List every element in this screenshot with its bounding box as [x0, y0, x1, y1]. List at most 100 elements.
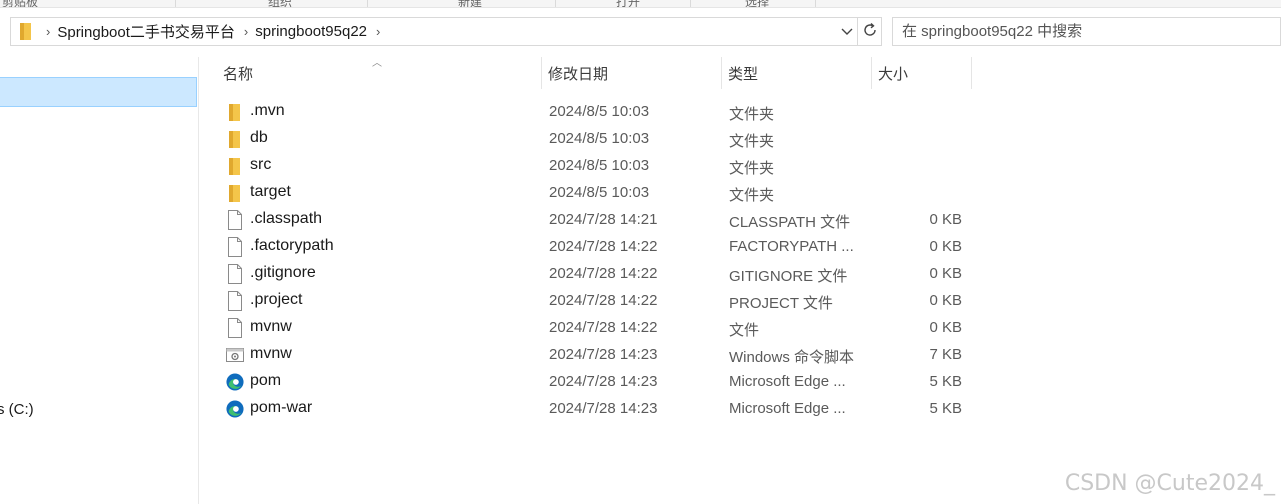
ribbon-divider: [175, 0, 176, 7]
nav-item-selected[interactable]: [0, 77, 197, 107]
column-header-type[interactable]: 类型: [722, 57, 872, 89]
file-date: 2024/8/5 10:03: [549, 184, 650, 201]
edge-icon: [226, 372, 244, 392]
refresh-button[interactable]: [858, 17, 882, 46]
file-row[interactable]: pom-war 2024/7/28 14:23 Microsoft Edge ...…: [218, 395, 973, 422]
search-input[interactable]: [902, 23, 1280, 40]
file-name[interactable]: mvnw: [250, 318, 292, 336]
file-size: 5 KB: [929, 400, 962, 417]
file-date: 2024/7/28 14:22: [549, 319, 658, 336]
watermark: CSDN @Cute2024_: [1064, 471, 1275, 496]
file-row[interactable]: .factorypath 2024/7/28 14:22 FACTORYPATH .…: [218, 233, 973, 260]
chevron-down-icon[interactable]: [839, 23, 855, 41]
file-date: 2024/7/28 14:23: [549, 400, 658, 417]
file-type: Microsoft Edge ...: [729, 400, 846, 417]
ribbon-group-open[interactable]: 打开: [616, 0, 640, 7]
file-type: 文件夹: [729, 133, 775, 150]
refresh-icon: [862, 22, 878, 42]
breadcrumb-parent[interactable]: Springboot二手书交易平台: [57, 21, 235, 42]
file-type: PROJECT 文件: [729, 295, 833, 312]
file-name[interactable]: db: [250, 129, 268, 147]
file-date: 2024/7/28 14:23: [549, 346, 658, 363]
breadcrumb-current[interactable]: springboot95q22: [255, 23, 367, 40]
file-type: Windows 命令脚本: [729, 349, 855, 366]
file-icon: [226, 237, 244, 257]
file-row[interactable]: target 2024/8/5 10:03 文件夹: [218, 179, 973, 206]
file-row[interactable]: db 2024/8/5 10:03 文件夹: [218, 125, 973, 152]
file-icon: [226, 264, 244, 284]
breadcrumb-separator[interactable]: ›: [376, 24, 380, 39]
folder-icon: [226, 129, 244, 149]
file-row[interactable]: .gitignore 2024/7/28 14:22 GITIGNORE 文件 0 K…: [218, 260, 973, 287]
file-row[interactable]: mvnw 2024/7/28 14:22 文件 0 KB: [218, 314, 973, 341]
file-icon: [226, 318, 244, 338]
ribbon-divider: [815, 0, 816, 7]
file-size: 0 KB: [929, 211, 962, 228]
column-header-label: 大小: [878, 65, 909, 83]
navigation-pane[interactable]: s (C:): [0, 57, 199, 504]
file-size: 5 KB: [929, 373, 962, 390]
column-header-size[interactable]: 大小: [872, 57, 972, 89]
file-name[interactable]: .classpath: [250, 210, 322, 228]
column-header-label: 名称: [223, 65, 254, 83]
file-name[interactable]: pom-war: [250, 399, 312, 417]
edge-icon: [226, 399, 244, 419]
file-type: CLASSPATH 文件: [729, 214, 851, 231]
file-icon: [226, 291, 244, 311]
file-row[interactable]: src 2024/8/5 10:03 文件夹: [218, 152, 973, 179]
file-date: 2024/8/5 10:03: [549, 103, 650, 120]
file-row[interactable]: .mvn 2024/8/5 10:03 文件夹: [218, 98, 973, 125]
breadcrumb-separator[interactable]: ›: [244, 24, 248, 39]
file-type: 文件夹: [729, 106, 775, 123]
file-icon: [226, 210, 244, 230]
file-type: GITIGNORE 文件: [729, 268, 848, 285]
ribbon-divider: [690, 0, 691, 7]
ribbon: 剪贴板 组织 新建 打开 选择: [0, 0, 1281, 8]
column-header-name[interactable]: 名称: [217, 57, 542, 89]
file-type: FACTORYPATH ...: [729, 238, 854, 255]
ribbon-group-clipboard[interactable]: 剪贴板: [2, 0, 38, 7]
file-name[interactable]: .factorypath: [250, 237, 334, 255]
ribbon-divider: [367, 0, 368, 7]
file-date: 2024/7/28 14:23: [549, 373, 658, 390]
file-name[interactable]: mvnw: [250, 345, 292, 363]
file-type: Microsoft Edge ...: [729, 373, 846, 390]
file-name[interactable]: target: [250, 183, 291, 201]
file-date: 2024/7/28 14:21: [549, 211, 658, 228]
folder-icon: [226, 156, 244, 176]
column-header-label: 类型: [728, 65, 759, 83]
address-bar[interactable]: › Springboot二手书交易平台 › springboot95q22 ›: [10, 17, 858, 46]
file-size: 0 KB: [929, 265, 962, 282]
file-size: 0 KB: [929, 292, 962, 309]
file-name[interactable]: pom: [250, 372, 281, 390]
file-type: 文件: [729, 322, 760, 339]
file-size: 0 KB: [929, 238, 962, 255]
folder-icon: [226, 183, 244, 203]
ribbon-group-select[interactable]: 选择: [745, 0, 769, 7]
file-date: 2024/8/5 10:03: [549, 130, 650, 147]
nav-item-drive-c[interactable]: s (C:): [0, 401, 34, 418]
column-header-label: 修改日期: [548, 65, 609, 83]
ribbon-group-organize[interactable]: 组织: [268, 0, 292, 7]
file-name[interactable]: .gitignore: [250, 264, 316, 282]
file-row[interactable]: .classpath 2024/7/28 14:21 CLASSPATH 文件 0 K…: [218, 206, 973, 233]
breadcrumb-separator[interactable]: ›: [46, 24, 50, 39]
ribbon-divider: [555, 0, 556, 7]
folder-icon: [15, 21, 37, 43]
file-date: 2024/7/28 14:22: [549, 265, 658, 282]
file-row[interactable]: mvnw 2024/7/28 14:23 Windows 命令脚本 7 KB: [218, 341, 973, 368]
file-type: 文件夹: [729, 187, 775, 204]
file-date: 2024/7/28 14:22: [549, 292, 658, 309]
file-name[interactable]: .project: [250, 291, 302, 309]
ribbon-group-new[interactable]: 新建: [458, 0, 482, 7]
column-header-date[interactable]: 修改日期: [542, 57, 722, 89]
file-size: 7 KB: [929, 346, 962, 363]
file-row[interactable]: .project 2024/7/28 14:22 PROJECT 文件 0 KB: [218, 287, 973, 314]
search-box[interactable]: [892, 17, 1281, 46]
script-icon: [226, 345, 244, 365]
file-date: 2024/8/5 10:03: [549, 157, 650, 174]
file-row[interactable]: pom 2024/7/28 14:23 Microsoft Edge ... 5 KB: [218, 368, 973, 395]
file-name[interactable]: src: [250, 156, 271, 174]
file-date: 2024/7/28 14:22: [549, 238, 658, 255]
file-name[interactable]: .mvn: [250, 102, 285, 120]
